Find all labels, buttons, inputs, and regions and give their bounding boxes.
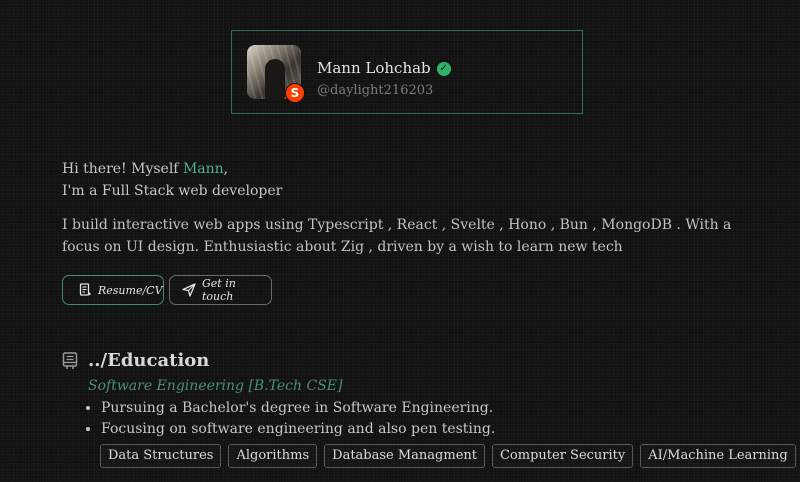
skill-tags: Data Structures Algorithms Database Mana… <box>100 444 796 468</box>
list-item: Focusing on software engineering and als… <box>101 419 495 440</box>
greeting-name: Mann <box>182 161 224 177</box>
greeting-line: Hi there! Myself Mann, <box>62 158 282 180</box>
tag-database-management: Database Managment <box>324 444 485 468</box>
get-in-touch-label: Get in touch <box>202 277 236 303</box>
tag-computer-security: Computer Security <box>491 444 634 468</box>
tag-algorithms: Algorithms <box>228 444 318 468</box>
svelte-badge-icon: S <box>285 83 305 103</box>
resume-button[interactable]: Resume/CV <box>62 275 164 305</box>
profile-handle: @daylight216203 <box>317 83 434 98</box>
intro-text: Hi there! Myself Mann, I'm a Full Stack … <box>62 158 282 202</box>
verified-check-icon: ✓ <box>436 62 451 76</box>
tag-data-structures: Data Structures <box>100 444 222 468</box>
education-heading: ../Education <box>88 350 210 371</box>
role-line: I'm a Full Stack web developer <box>62 183 283 199</box>
send-icon <box>182 283 196 297</box>
greeting-prefix: Hi there! Myself <box>62 161 183 177</box>
profile-name-row: Mann Lohchab ✓ <box>317 59 451 77</box>
book-icon <box>62 352 78 369</box>
education-bullets: Pursuing a Bachelor's degree in Software… <box>88 398 495 440</box>
tag-ai-machine-learning: AI/Machine Learning <box>640 444 796 468</box>
greeting-suffix: , <box>223 161 229 177</box>
list-item: Pursuing a Bachelor's degree in Software… <box>101 398 495 419</box>
degree-title: Software Engineering [B.Tech CSE] <box>88 378 343 394</box>
description: I build interactive web apps using Types… <box>62 217 732 255</box>
profile-card: S Mann Lohchab ✓ @daylight216203 <box>231 30 583 114</box>
get-in-touch-button[interactable]: Get in touch <box>169 275 272 305</box>
document-icon <box>79 283 91 296</box>
resume-label: Resume/CV <box>98 283 163 297</box>
profile-name: Mann Lohchab <box>317 59 431 77</box>
